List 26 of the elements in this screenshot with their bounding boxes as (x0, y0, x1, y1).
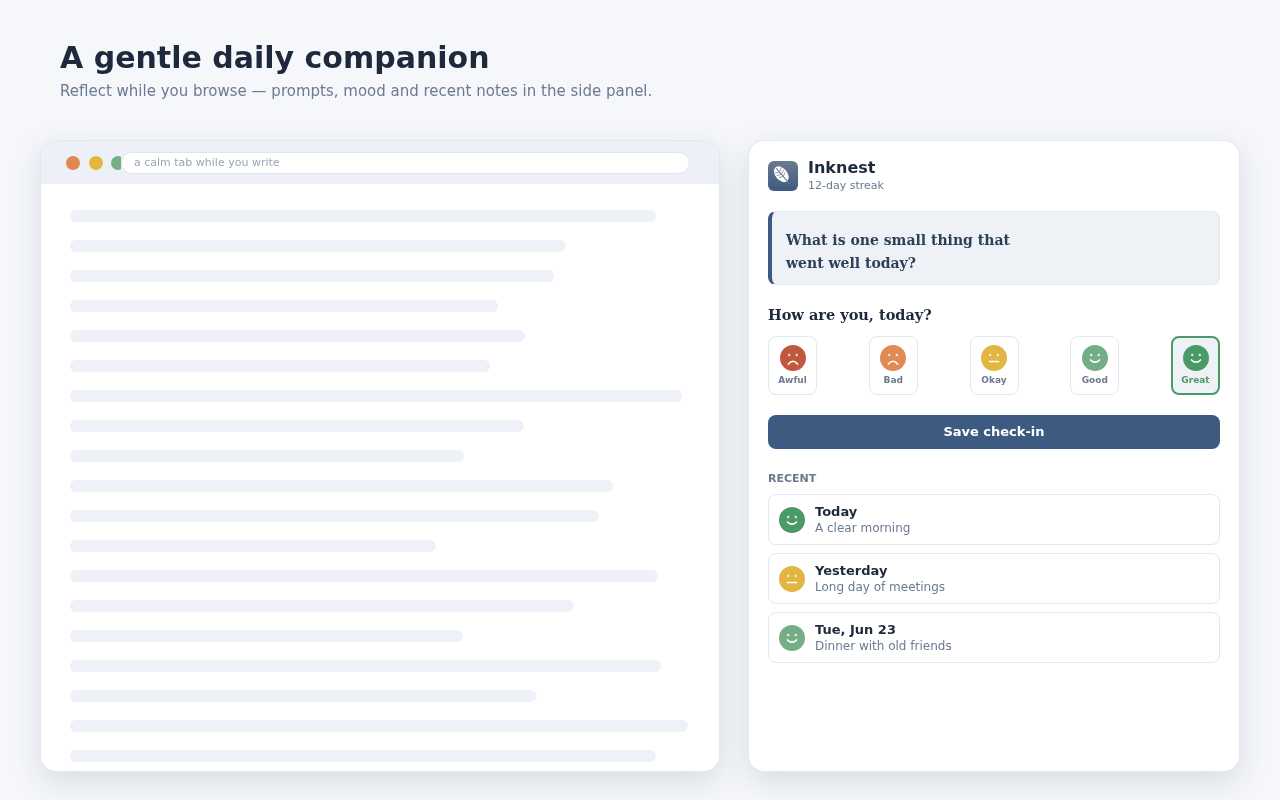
recent-entry[interactable]: Yesterday Long day of meetings (768, 553, 1220, 604)
entry-date: Yesterday (815, 562, 889, 579)
minimize-dot-icon[interactable] (89, 155, 103, 170)
page-title: A gentle daily companion (60, 40, 490, 76)
entry-note: A clear morning (815, 520, 911, 536)
recent-heading: RECENT (768, 471, 817, 486)
page-subtitle: Reflect while you browse — prompts, mood and recent notes in the side panel. (60, 81, 653, 101)
prompt-text: What is one small thing that went well today? (786, 231, 1011, 273)
entry-note: Long day of meetings (815, 579, 946, 595)
mood-option[interactable]: Okay (969, 336, 1019, 395)
save-button[interactable]: Save check-in (768, 415, 1220, 449)
mood-question: How are you, today? (768, 305, 932, 325)
address-field[interactable]: a calm tab while you write (121, 151, 690, 174)
mood-option[interactable]: Great (1171, 336, 1220, 395)
mood-option[interactable]: Awful (768, 336, 817, 395)
mood-option[interactable]: Bad (868, 336, 918, 395)
recent-entry[interactable]: Tue, Jun 23 Dinner with old friends (768, 612, 1220, 663)
entry-date: Tue, Jun 23 (815, 621, 897, 638)
app-name: Inknest (808, 158, 877, 178)
close-dot-icon[interactable] (66, 155, 80, 170)
entry-date: Today (815, 503, 859, 520)
recent-entry[interactable]: Today A clear morning (768, 494, 1220, 545)
streak-label: 12-day streak (808, 178, 884, 193)
leaf-logo-icon (768, 160, 798, 191)
mood-option[interactable]: Good (1070, 336, 1120, 395)
entry-note: Dinner with old friends (815, 638, 952, 654)
